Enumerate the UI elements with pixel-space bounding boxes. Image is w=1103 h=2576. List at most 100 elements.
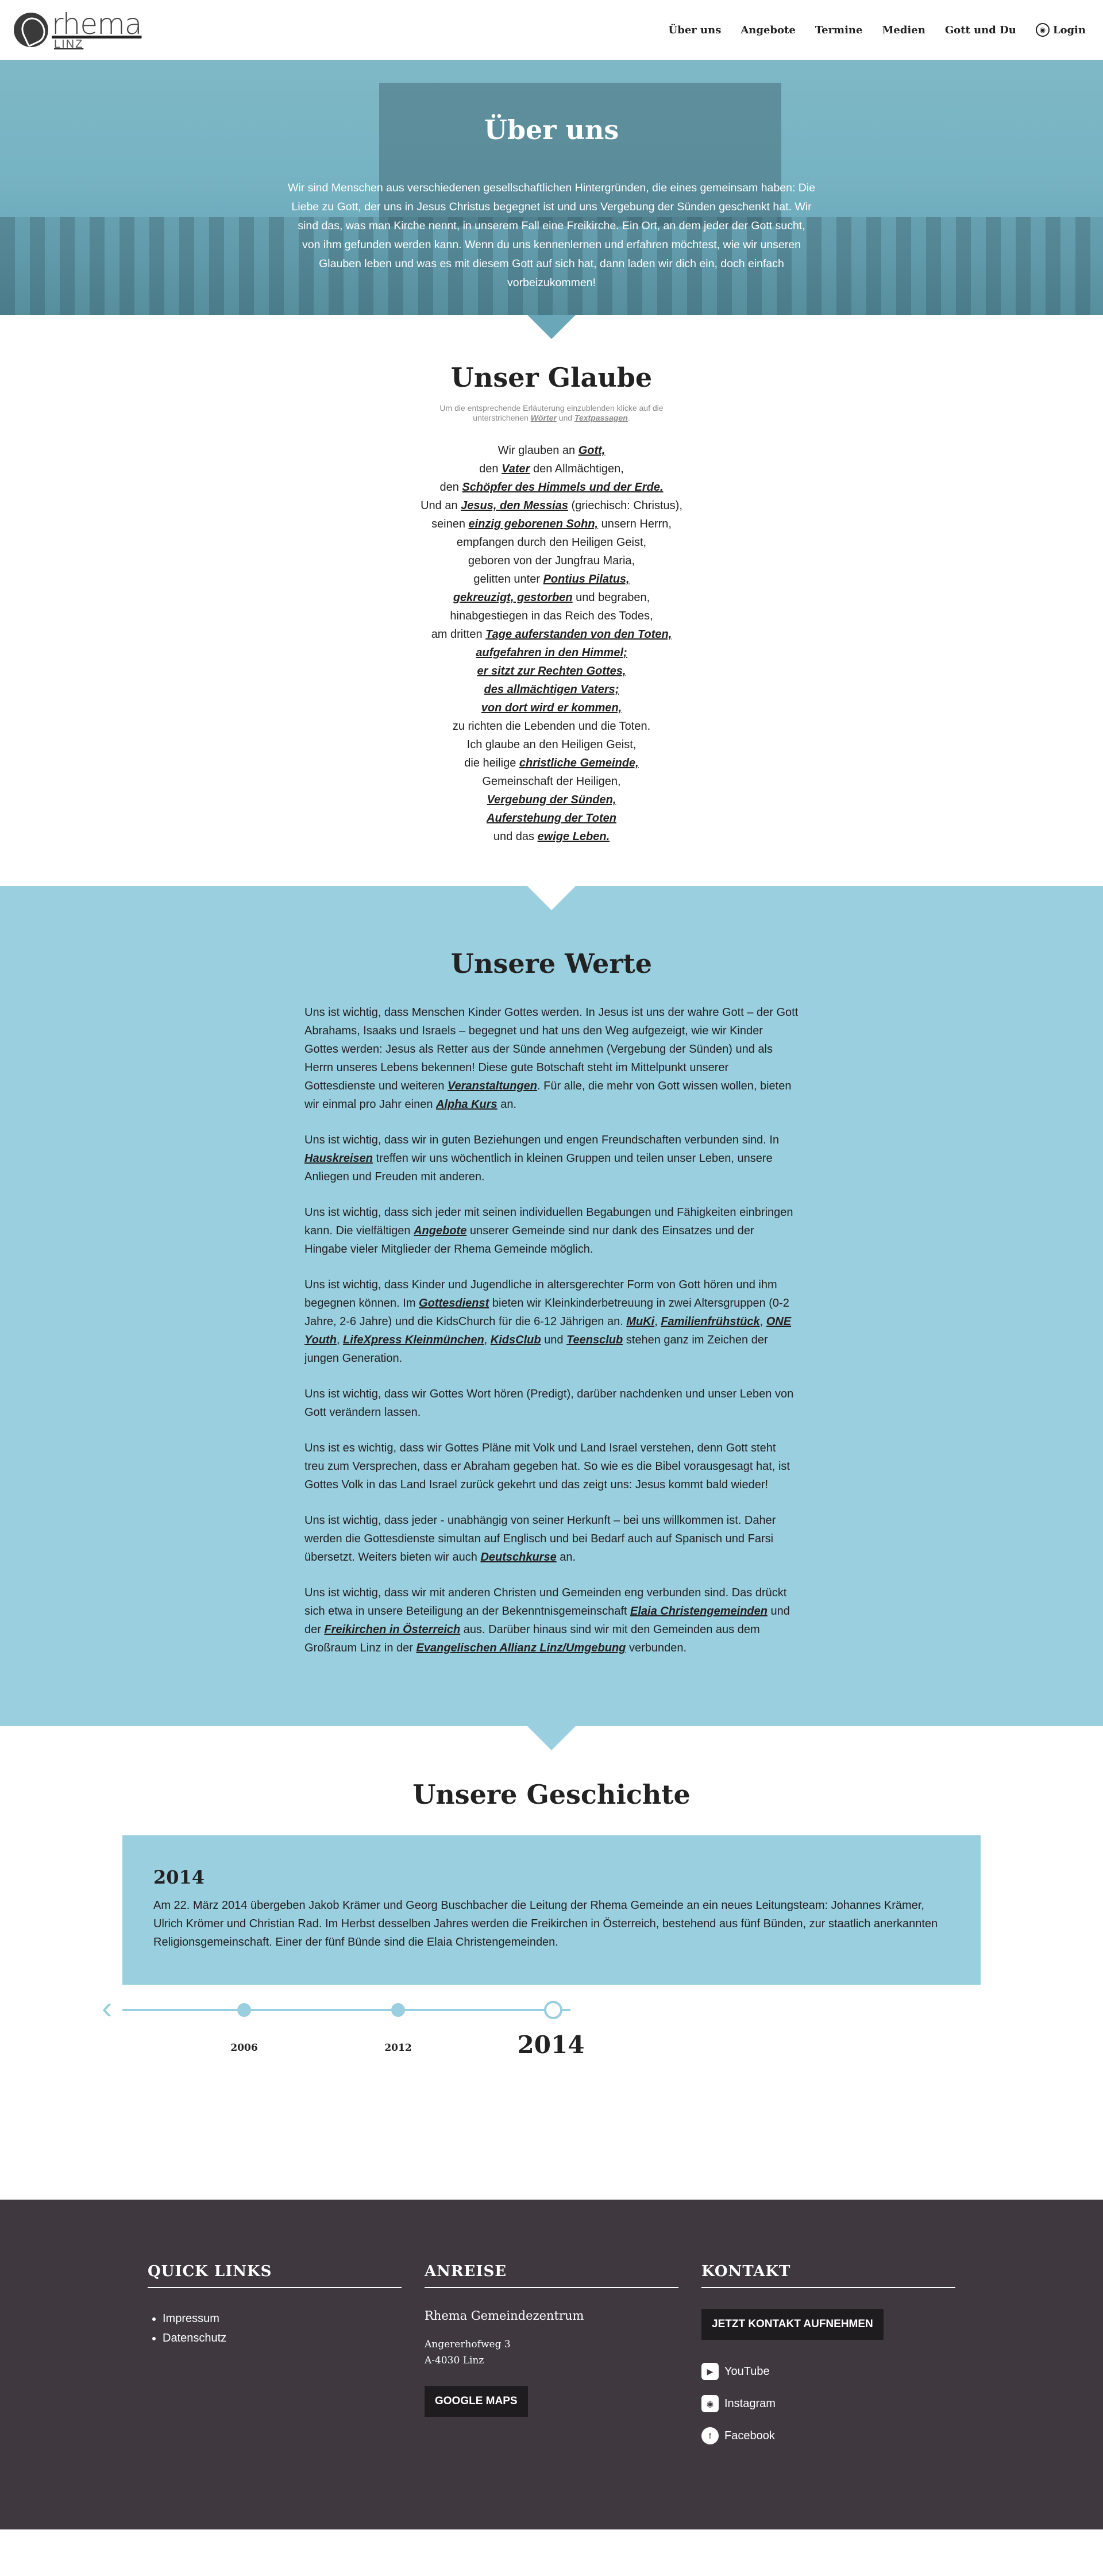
werte-text: Uns ist wichtig, dass wir in guten Bezie… <box>304 1134 780 1146</box>
contact-button[interactable]: JETZT KONTAKT AUFNEHMEN <box>701 2309 884 2340</box>
creed-link[interactable]: des allmächtigen Vaters; <box>484 683 619 696</box>
footer-kontakt-title: KONTAKT <box>701 2263 955 2288</box>
creed-link[interactable]: Schöpfer des Himmels und der Erde. <box>462 481 663 494</box>
creed-link[interactable]: Gott, <box>579 444 606 457</box>
creed-link[interactable]: Auferstehung der Toten <box>487 812 616 825</box>
creed-line: den Vater den Allmächtigen, <box>0 460 1103 478</box>
footer-anreise-title: ANREISE <box>425 2263 678 2288</box>
creed-text-part: hinabgestiegen in das Reich des Todes, <box>450 610 653 622</box>
creed-text-part: seinen <box>431 518 469 530</box>
creed-text-part: und das <box>493 830 538 843</box>
timeline-dot-2012[interactable] <box>391 2003 405 2017</box>
creed-text-part: den <box>479 463 502 475</box>
creed-link[interactable]: Vergebung der Sünden, <box>487 794 616 806</box>
timeline-dot-2006[interactable] <box>237 2003 251 2017</box>
creed-link[interactable]: christliche Gemeinde, <box>519 757 639 769</box>
timeline-label-2012[interactable]: 2012 <box>384 2042 411 2054</box>
creed-link[interactable]: er sitzt zur Rechten Gottes, <box>477 665 626 677</box>
creed-line: geboren von der Jungfrau Maria, <box>0 552 1103 570</box>
site-header: rhema LINZ Über uns Angebote Termine Med… <box>0 0 1103 60</box>
creed-text-part: gelitten unter <box>473 573 543 586</box>
footer-kontakt: KONTAKT JETZT KONTAKT AUFNEHMEN ▶ YouTub… <box>701 2263 955 2444</box>
history-card: 2014 Am 22. März 2014 übergeben Jakob Kr… <box>122 1835 981 1985</box>
creed-line: Gemeinschaft der Heiligen, <box>0 772 1103 791</box>
werte-body: Uns ist wichtig, dass Menschen Kinder Go… <box>304 1003 799 1657</box>
werte-paragraph: Uns ist es wichtig, dass wir Gottes Plän… <box>304 1439 799 1494</box>
werte-link[interactable]: Angebote <box>414 1225 466 1237</box>
creed-link[interactable]: Tage auferstanden von den Toten, <box>485 628 672 641</box>
nav-item-termine[interactable]: Termine <box>815 24 863 36</box>
werte-link[interactable]: Freikirchen in Österreich <box>324 1623 460 1636</box>
werte-link[interactable]: Familienfrühstück <box>661 1315 759 1328</box>
werte-text: , <box>336 1334 344 1346</box>
werte-link[interactable]: MuKi <box>626 1315 654 1328</box>
nav-item-medien[interactable]: Medien <box>882 24 925 36</box>
nav-item-ueber-uns[interactable]: Über uns <box>669 24 722 36</box>
creed-link[interactable]: Vater <box>502 463 530 475</box>
creed-text-part: geboren von der Jungfrau Maria, <box>468 555 635 567</box>
creed-link[interactable]: Jesus, den Messias <box>461 499 568 512</box>
hint-link-textpassagen[interactable]: Textpassagen <box>574 413 628 422</box>
werte-link[interactable]: Alpha Kurs <box>436 1098 497 1111</box>
timeline-dot-2014[interactable] <box>544 2001 562 2019</box>
creed-text-part: zu richten die Lebenden und die Toten. <box>452 720 651 733</box>
history-card-text: Am 22. März 2014 übergeben Jakob Krämer … <box>153 1899 938 1949</box>
timeline-label-2006[interactable]: 2006 <box>230 2042 257 2054</box>
creed-line: empfangen durch den Heiligen Geist, <box>0 533 1103 552</box>
creed-text-part: und begraben, <box>572 591 650 604</box>
creed-text-part: den Allmächtigen, <box>530 463 624 475</box>
werte-link[interactable]: KidsClub <box>491 1334 541 1346</box>
werte-text: und <box>541 1334 567 1346</box>
werte-link[interactable]: Elaia Christengemeinden <box>630 1605 768 1618</box>
nav-item-angebote[interactable]: Angebote <box>741 24 795 36</box>
creed-text-part: die heilige <box>464 757 519 769</box>
logo[interactable]: rhema LINZ <box>14 10 142 51</box>
page-title: Über uns <box>484 114 619 145</box>
werte-text: an. <box>497 1098 517 1111</box>
hero-intro-text: Wir sind Menschen aus verschiedenen gese… <box>287 182 816 289</box>
site-footer: QUICK LINKS Impressum Datenschutz ANREIS… <box>0 2200 1103 2540</box>
footer-bottom-line: Login | Impressum | Site by INFOUND | © … <box>439 2531 664 2540</box>
creed-line: am dritten Tage auferstanden von den Tot… <box>0 625 1103 644</box>
creed-line: seinen einzig geborenen Sohn, unsern Her… <box>0 515 1103 533</box>
footer-link-datenschutz[interactable]: Datenschutz <box>163 2332 226 2344</box>
creed-link[interactable]: ewige Leben. <box>538 830 610 843</box>
instagram-link[interactable]: ◉ Instagram <box>701 2395 955 2412</box>
werte-paragraph: Uns ist wichtig, dass Kinder und Jugendl… <box>304 1276 799 1368</box>
rhema-logo-icon <box>14 13 48 47</box>
hero-section: Über uns Wir sind Menschen aus verschied… <box>0 60 1103 315</box>
history-timeline: ‹ 2006 2012 2014 <box>102 1985 981 2082</box>
werte-link[interactable]: Gottesdienst <box>419 1297 489 1310</box>
youtube-link[interactable]: ▶ YouTube <box>701 2363 955 2380</box>
creed-link[interactable]: Pontius Pilatus, <box>543 573 630 586</box>
creed-line: gelitten unter Pontius Pilatus, <box>0 570 1103 588</box>
glaube-hint: Um die entsprechende Erläuterung einzubl… <box>439 403 664 422</box>
logo-subtitle: LINZ <box>54 38 84 51</box>
werte-text: Uns ist es wichtig, dass wir Gottes Plän… <box>304 1442 790 1491</box>
werte-link[interactable]: Teensclub <box>566 1334 623 1346</box>
glaube-title: Unser Glaube <box>450 362 653 393</box>
werte-link[interactable]: Veranstaltungen <box>448 1080 537 1092</box>
creed-link[interactable]: einzig geborenen Sohn, <box>469 518 599 530</box>
login-link[interactable]: ◉ Login <box>1035 23 1086 37</box>
werte-link[interactable]: LifeXpress Kleinmünchen <box>343 1334 484 1346</box>
footer-anreise: ANREISE Rhema Gemeindezentrum Angerer­ho… <box>425 2263 678 2444</box>
creed-line: aufgefahren in den Himmel; <box>0 644 1103 662</box>
werte-paragraph: Uns ist wichtig, dass wir in guten Bezie… <box>304 1131 799 1186</box>
creed-link[interactable]: gekreuzigt, gestorben <box>453 591 573 604</box>
timeline-label-2014[interactable]: 2014 <box>518 2031 585 2059</box>
creed-link[interactable]: von dort wird er kommen, <box>481 702 622 714</box>
creed-line: den Schöpfer des Himmels und der Erde. <box>0 478 1103 496</box>
creed-link[interactable]: aufgefahren in den Himmel; <box>476 646 627 659</box>
werte-link[interactable]: Hauskreisen <box>304 1152 373 1165</box>
chevron-left-icon[interactable]: ‹ <box>102 1992 113 2024</box>
creed-text: Wir glauben an Gott, den Vater den Allmäc… <box>0 441 1103 846</box>
werte-link[interactable]: Evangelischen Allianz Linz/Umgebung <box>416 1642 626 1654</box>
facebook-link[interactable]: f Facebook <box>701 2427 955 2444</box>
footer-link-impressum[interactable]: Impressum <box>163 2312 219 2325</box>
google-maps-button[interactable]: GOOGLE MAPS <box>425 2386 528 2417</box>
hint-link-woerter[interactable]: Wörter <box>531 413 557 422</box>
address-name: Rhema Gemeindezentrum <box>425 2309 584 2323</box>
werte-link[interactable]: Deutschkurse <box>480 1551 556 1564</box>
nav-item-gott-und-du[interactable]: Gott und Du <box>945 24 1016 36</box>
